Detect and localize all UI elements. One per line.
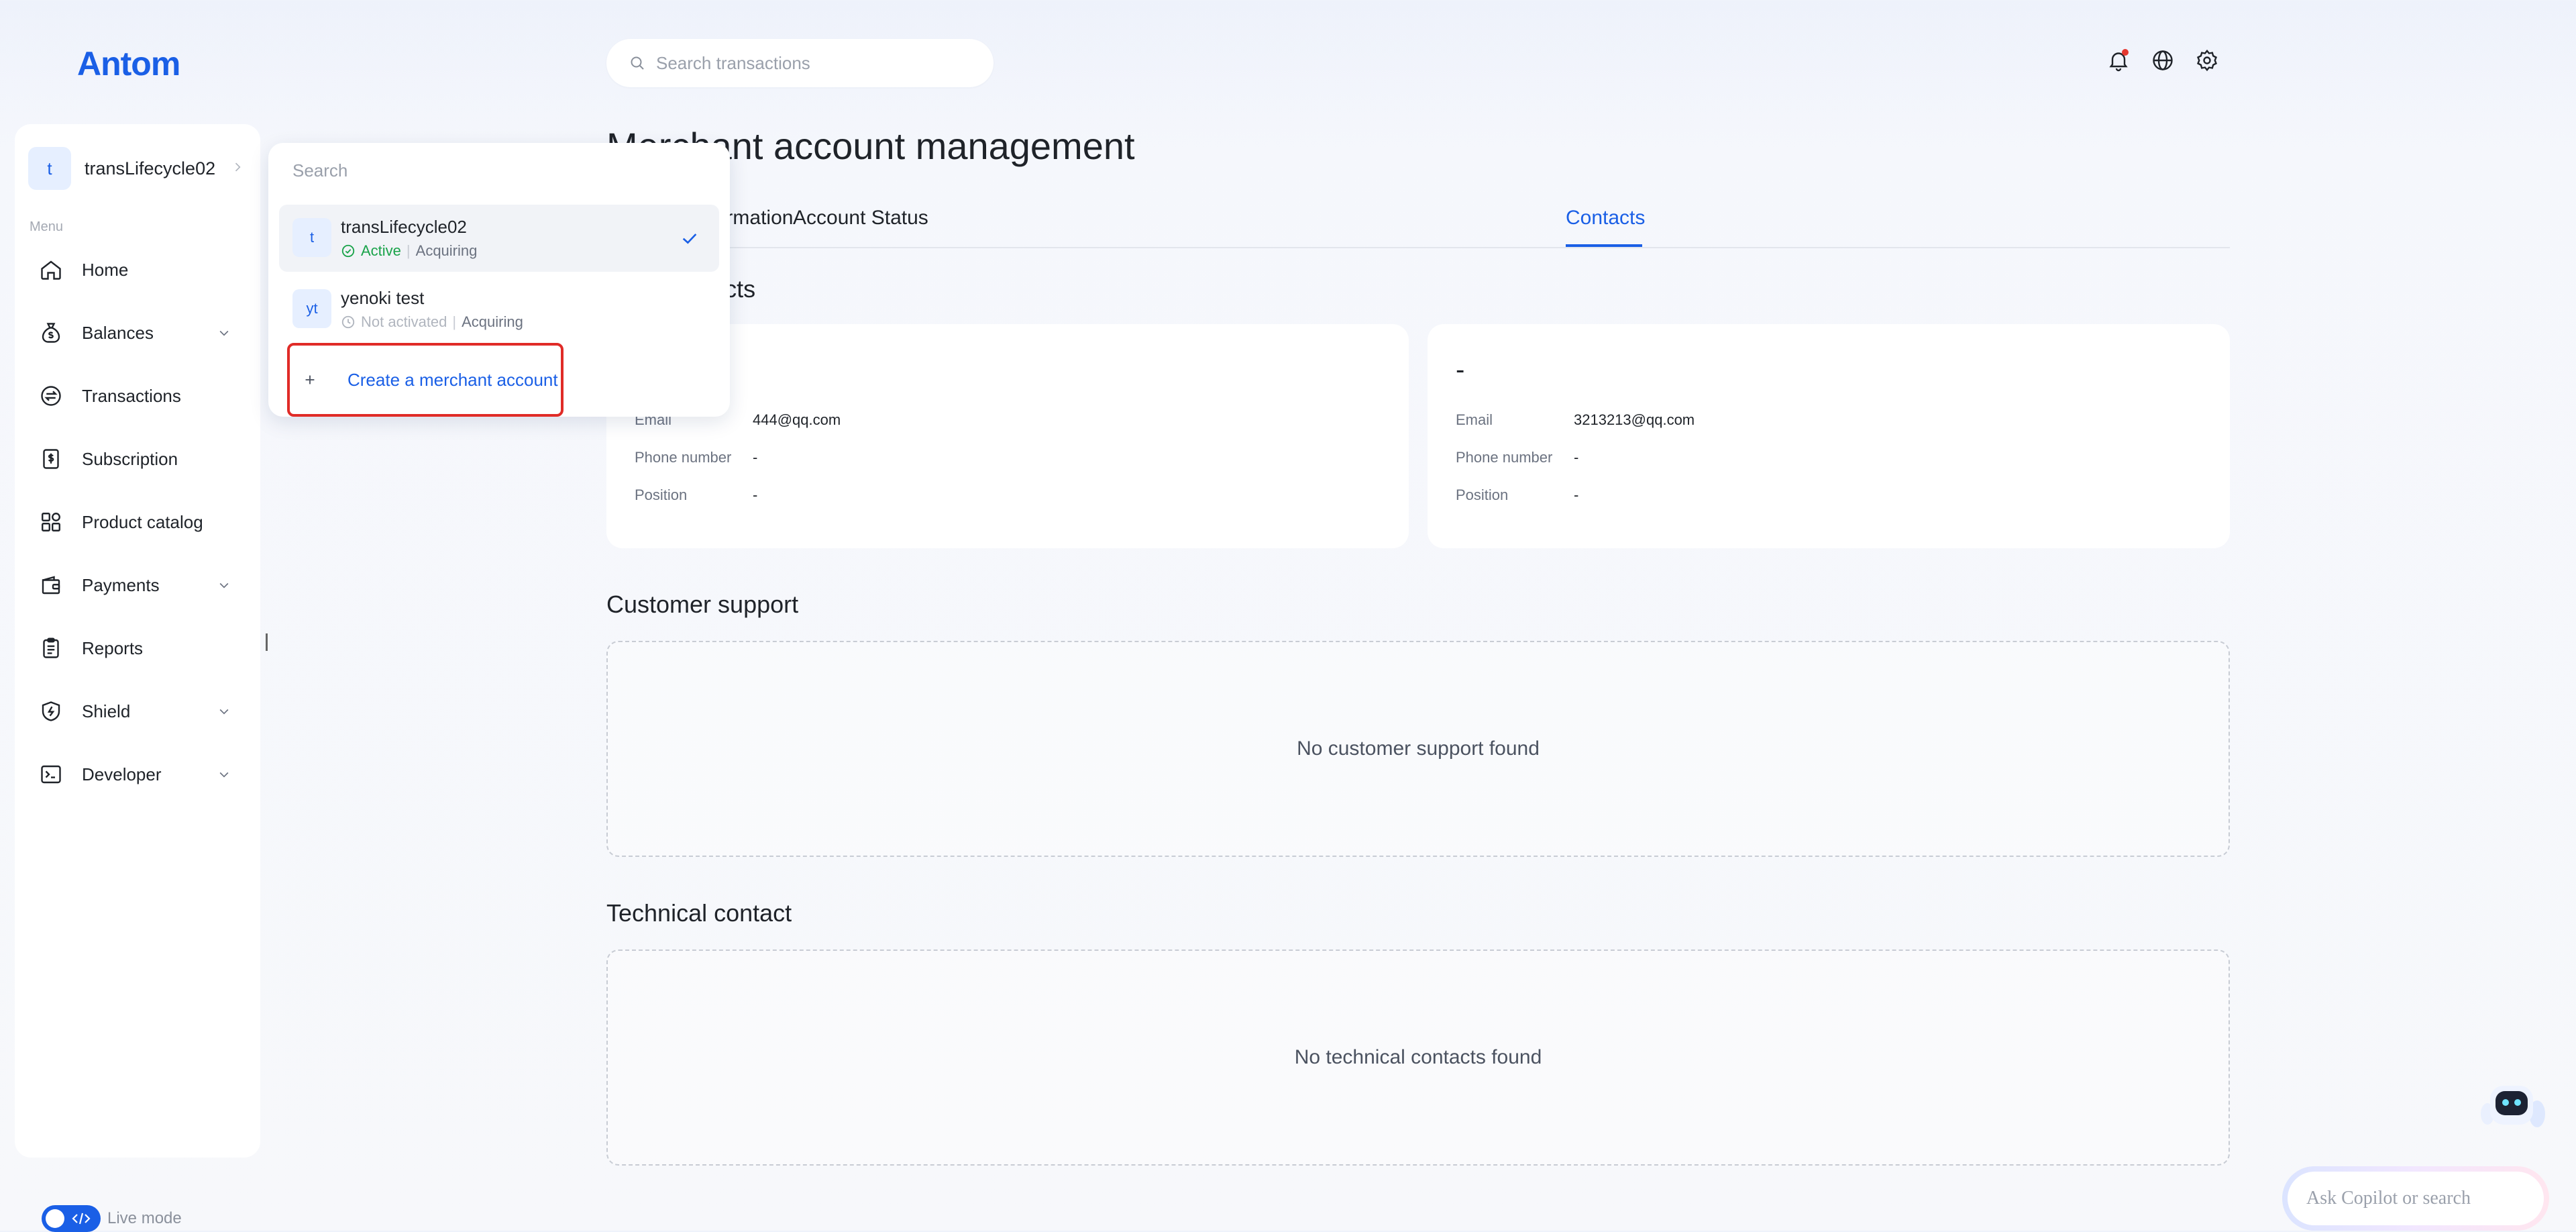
account-switcher-dropdown: Search t transLifecycle02 Active | Acqui… <box>268 143 730 417</box>
clock-icon <box>341 315 356 329</box>
toggle-knob <box>46 1209 64 1228</box>
chevron-down-icon <box>217 578 231 592</box>
sidebar-item-payments[interactable]: Payments <box>15 558 260 612</box>
sidebar-item-product-catalog[interactable]: Product catalog <box>15 495 260 549</box>
contact-position-row: Position - <box>635 486 758 503</box>
sidebar: t transLifecycle02 Menu Home Balances Tr… <box>15 124 260 1158</box>
account-option-yenoki-test[interactable]: yt yenoki test Not activated | Acquiring <box>279 276 719 343</box>
clipboard-icon <box>39 636 63 660</box>
grid-icon <box>39 510 63 534</box>
sidebar-item-label: Balances <box>82 322 154 343</box>
sidebar-item-label: Product catalog <box>82 511 203 532</box>
tab-bar: Business information Account Status Cont… <box>606 200 2230 248</box>
account-avatar: yt <box>292 289 331 328</box>
sidebar-item-label: Subscription <box>82 448 178 469</box>
sidebar-item-label: Home <box>82 259 129 280</box>
contact-card: - Email 3213213@qq.com Phone number - Po… <box>1428 324 2230 548</box>
antom-logo[interactable]: Antom <box>77 44 180 83</box>
globe-icon[interactable] <box>2151 48 2175 72</box>
contact-email: 3213213@qq.com <box>1574 411 1695 428</box>
live-mode-toggle[interactable] <box>42 1205 101 1232</box>
sidebar-item-label: Reports <box>82 637 144 658</box>
home-icon <box>39 258 63 282</box>
contact-position-row: Position - <box>1456 486 1579 503</box>
sidebar-item-subscription[interactable]: Subscription <box>15 432 260 486</box>
bell-icon[interactable] <box>2106 48 2131 72</box>
search-placeholder: Search transactions <box>656 52 810 73</box>
account-option-name: transLifecycle02 <box>341 217 467 237</box>
check-circle-icon <box>341 244 356 258</box>
transaction-search-input[interactable]: Search transactions <box>606 39 994 87</box>
contact-phone-row: Phone number - <box>1456 449 1579 466</box>
chevron-down-icon <box>217 326 231 340</box>
live-mode-label: Live mode <box>107 1209 182 1227</box>
account-option-translifecycle02[interactable]: t transLifecycle02 Active | Acquiring <box>279 205 719 272</box>
technical-contact-heading: Technical contact <box>606 899 792 927</box>
live-mode-switch[interactable]: Live mode <box>42 1205 182 1232</box>
sidebar-item-home[interactable]: Home <box>15 243 260 297</box>
chevron-right-icon <box>231 160 244 174</box>
account-name: transLifecycle02 <box>85 158 216 178</box>
chevron-down-icon <box>217 705 231 718</box>
contact-email-row: Email 3213213@qq.com <box>1456 411 1695 428</box>
checkmark-icon <box>679 227 700 249</box>
create-merchant-account-label: Create a merchant account <box>347 369 558 390</box>
account-option-status: Not activated | Acquiring <box>341 313 523 331</box>
contact-email: 444@qq.com <box>753 411 841 428</box>
wallet-icon <box>39 573 63 597</box>
chevron-down-icon <box>217 768 231 781</box>
sidebar-item-developer[interactable]: Developer <box>15 748 260 801</box>
shield-icon <box>39 699 63 723</box>
active-tab-indicator <box>1566 244 1642 247</box>
account-avatar: t <box>28 147 71 190</box>
sidebar-item-reports[interactable]: Reports <box>15 621 260 675</box>
tab-contacts[interactable]: Contacts <box>1566 207 1645 229</box>
plus-icon <box>299 369 321 391</box>
copilot-robot-icon[interactable] <box>2475 1076 2549 1137</box>
contact-name: - <box>1456 355 1465 384</box>
contact-position: - <box>753 486 758 503</box>
code-icon <box>71 1211 91 1226</box>
sidebar-item-label: Developer <box>82 764 162 784</box>
terminal-icon <box>39 762 63 786</box>
sidebar-item-label: Transactions <box>82 385 181 406</box>
sidebar-item-transactions[interactable]: Transactions <box>15 369 260 423</box>
account-option-name: yenoki test <box>341 288 425 308</box>
copilot-input[interactable]: Ask Copilot or search <box>2282 1166 2549 1231</box>
sidebar-resize-handle[interactable] <box>266 633 268 651</box>
account-switcher[interactable]: t transLifecycle02 <box>28 146 247 191</box>
gear-icon[interactable] <box>2195 48 2219 72</box>
account-avatar: t <box>292 218 331 257</box>
sidebar-item-label: Shield <box>82 701 131 721</box>
account-search-input[interactable]: Search <box>292 160 347 181</box>
sidebar-item-label: Payments <box>82 574 160 595</box>
search-icon <box>629 55 645 71</box>
notification-dot <box>2122 49 2129 56</box>
create-merchant-account-button[interactable]: Create a merchant account <box>287 343 564 417</box>
contact-phone: - <box>753 449 758 466</box>
money-bag-icon <box>39 321 63 345</box>
menu-label: Menu <box>30 219 64 234</box>
contact-phone: - <box>1574 449 1579 466</box>
customer-support-heading: Customer support <box>606 591 799 618</box>
header-actions <box>2106 48 2219 72</box>
sidebar-item-shield[interactable]: Shield <box>15 684 260 738</box>
exchange-icon <box>39 384 63 408</box>
technical-contact-empty-state: No technical contacts found <box>606 949 2230 1166</box>
contact-position: - <box>1574 486 1579 503</box>
customer-support-empty-state: No customer support found <box>606 641 2230 857</box>
dollar-doc-icon <box>39 447 63 471</box>
tab-account-status[interactable]: Account Status <box>793 207 928 229</box>
contact-phone-row: Phone number - <box>635 449 758 466</box>
copilot-placeholder: Ask Copilot or search <box>2306 1188 2471 1209</box>
sidebar-item-balances[interactable]: Balances <box>15 306 260 360</box>
account-option-status: Active | Acquiring <box>341 242 477 260</box>
